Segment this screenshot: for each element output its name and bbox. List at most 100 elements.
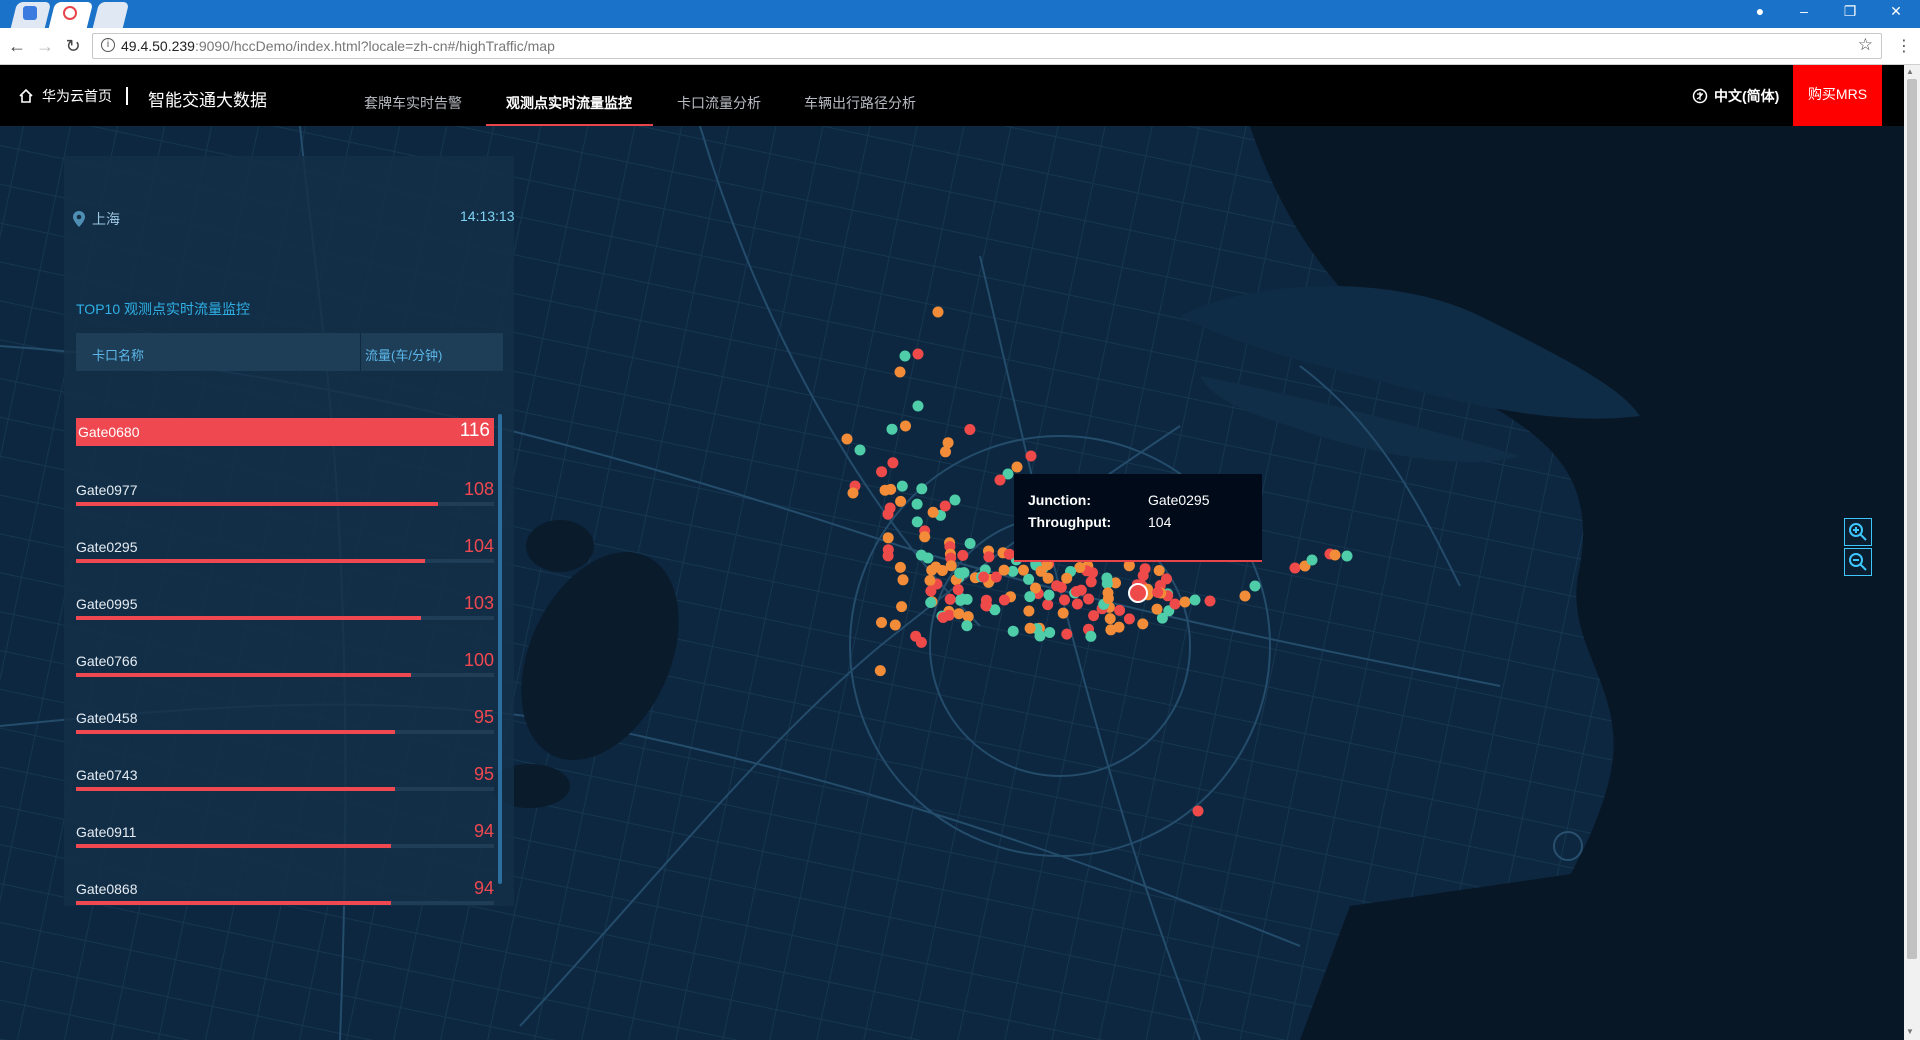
gate-point[interactable] <box>1061 628 1073 640</box>
gate-point[interactable] <box>1024 591 1036 603</box>
gate-point[interactable] <box>926 564 938 576</box>
gate-point[interactable] <box>874 665 886 677</box>
gate-point[interactable] <box>911 498 923 510</box>
gate-point[interactable] <box>949 494 961 506</box>
zoom-out-button[interactable] <box>1844 548 1872 576</box>
gate-point[interactable] <box>1102 593 1114 604</box>
gate-point[interactable] <box>1087 567 1098 579</box>
gate-point[interactable] <box>910 630 922 642</box>
gate-point[interactable] <box>1051 580 1063 592</box>
gate-point[interactable] <box>958 567 970 579</box>
gate-point[interactable] <box>876 617 887 628</box>
restore-button[interactable]: ❐ <box>1830 3 1870 20</box>
gate-point[interactable] <box>1075 584 1087 596</box>
gate-point[interactable] <box>1059 594 1070 606</box>
gate-point[interactable] <box>1249 580 1261 592</box>
gate-point[interactable] <box>925 597 937 608</box>
gate-point[interactable] <box>1057 607 1069 619</box>
gate-point[interactable] <box>978 571 990 583</box>
gate-point[interactable] <box>884 502 896 514</box>
gate-point[interactable] <box>1043 589 1055 601</box>
gate-point[interactable] <box>952 584 964 596</box>
ranking-scrollbar[interactable] <box>498 414 502 884</box>
nav-traffic-monitor[interactable]: 观测点实时流量监控 <box>506 93 632 113</box>
gate-point[interactable] <box>1341 550 1353 562</box>
gate-point[interactable] <box>924 575 936 586</box>
gate-point[interactable] <box>1024 622 1036 634</box>
scroll-thumb[interactable] <box>1907 79 1917 959</box>
gate-point[interactable] <box>1123 613 1135 625</box>
nav-vehicle-route-analysis[interactable]: 车辆出行路径分析 <box>804 93 916 113</box>
gate-point[interactable] <box>912 400 924 412</box>
gate-point[interactable] <box>964 424 976 435</box>
gate-point[interactable] <box>937 612 949 623</box>
ranking-row[interactable]: Gate0295 104 <box>76 536 494 579</box>
gate-point[interactable] <box>1071 598 1083 610</box>
home-link[interactable]: 华为云首页 <box>18 86 112 106</box>
gate-point[interactable] <box>1017 564 1029 576</box>
gate-point[interactable] <box>1179 596 1191 608</box>
new-tab-button[interactable] <box>92 2 130 28</box>
gate-point[interactable] <box>916 483 928 495</box>
forward-icon[interactable]: → <box>34 36 56 57</box>
gate-point[interactable] <box>1011 461 1023 473</box>
bookmark-star-icon[interactable]: ☆ <box>1858 35 1873 55</box>
gate-point[interactable] <box>927 506 939 518</box>
gate-point[interactable] <box>1105 624 1117 636</box>
gate-point[interactable] <box>1289 562 1301 574</box>
gate-point[interactable] <box>1189 594 1201 606</box>
gate-point[interactable] <box>942 437 954 449</box>
ranking-row[interactable]: Gate0458 95 <box>76 707 494 750</box>
gate-point[interactable] <box>998 594 1010 606</box>
gate-point[interactable] <box>876 466 888 478</box>
language-selector[interactable]: 中文(简体) <box>1692 86 1779 106</box>
gate-point[interactable] <box>994 474 1006 486</box>
gate-point[interactable] <box>980 600 992 611</box>
gate-point[interactable] <box>882 532 894 544</box>
minimize-button[interactable]: – <box>1784 3 1824 19</box>
gate-point[interactable] <box>911 516 923 528</box>
gate-point[interactable] <box>1239 590 1251 602</box>
gate-point[interactable] <box>1044 627 1056 638</box>
gate-point[interactable] <box>925 585 937 597</box>
gate-point[interactable] <box>854 444 866 456</box>
gate-point[interactable] <box>896 480 908 492</box>
gate-point[interactable] <box>1153 565 1165 576</box>
gate-point[interactable] <box>896 601 908 613</box>
buy-mrs-button[interactable]: 购买MRS <box>1793 65 1882 126</box>
gate-point[interactable] <box>894 366 906 378</box>
gate-point[interactable] <box>886 423 898 435</box>
gate-point[interactable] <box>894 561 906 573</box>
gate-point[interactable] <box>1204 595 1216 607</box>
selected-gate-point[interactable] <box>1128 583 1148 603</box>
gate-point[interactable] <box>944 593 956 605</box>
gate-point[interactable] <box>1042 599 1054 611</box>
gate-point[interactable] <box>961 620 973 632</box>
ranking-row[interactable]: Gate0766 100 <box>76 650 494 693</box>
gate-point[interactable] <box>1137 618 1149 630</box>
ranking-row[interactable]: Gate0911 94 <box>76 821 494 864</box>
gate-point[interactable] <box>895 495 907 507</box>
gate-point[interactable] <box>964 538 976 549</box>
gate-point[interactable] <box>945 560 957 572</box>
zoom-in-button[interactable] <box>1844 518 1872 546</box>
ranking-row[interactable]: Gate0995 103 <box>76 593 494 636</box>
ranking-row[interactable]: Gate0868 94 <box>76 878 494 921</box>
gate-point[interactable] <box>1023 605 1035 617</box>
gate-point[interactable] <box>953 608 965 620</box>
gate-point[interactable] <box>1083 593 1095 605</box>
gate-point[interactable] <box>897 574 909 586</box>
ranking-row[interactable]: Gate0977 108 <box>76 479 494 522</box>
gate-point[interactable] <box>882 544 894 556</box>
gate-point[interactable] <box>1035 565 1047 577</box>
gate-point[interactable] <box>983 551 995 563</box>
gate-point[interactable] <box>1007 625 1019 637</box>
ranking-row[interactable]: Gate0743 95 <box>76 764 494 807</box>
gate-point[interactable] <box>998 564 1010 576</box>
scroll-up-arrow-icon[interactable]: ▲ <box>1906 67 1914 76</box>
gate-point[interactable] <box>1061 572 1073 584</box>
gate-point[interactable] <box>919 531 931 543</box>
close-window-button[interactable]: ✕ <box>1876 3 1916 20</box>
site-info-icon[interactable]: i <box>101 38 115 52</box>
gate-point[interactable] <box>1152 586 1164 598</box>
